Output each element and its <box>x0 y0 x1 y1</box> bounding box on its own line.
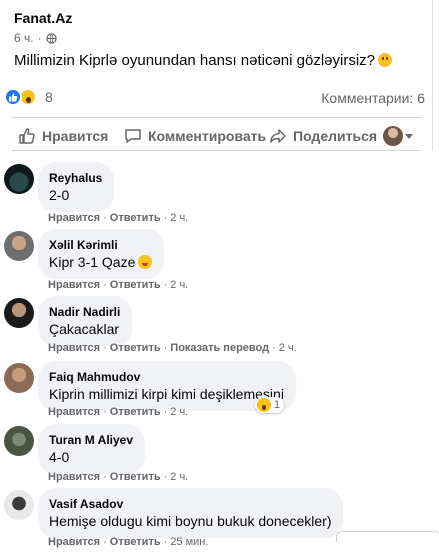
comment-text: Çakacaklar <box>49 321 120 337</box>
reaction-icons[interactable]: 8 <box>4 88 53 106</box>
comment-text: Hemişe oldugu kimi boynu bukuk donecekle… <box>49 513 332 529</box>
comment-like-link[interactable]: Нравится <box>48 212 100 224</box>
comment-like-link[interactable]: Нравится <box>48 471 100 483</box>
comment-reply-link[interactable]: Ответить <box>110 342 161 354</box>
comment-like-link[interactable]: Нравится <box>48 536 100 548</box>
comment-reply-link[interactable]: Ответить <box>110 406 161 418</box>
avatar[interactable] <box>4 363 34 393</box>
share-arrow-icon <box>270 129 286 143</box>
comment-actions: Нравится · Ответить · 2 ч. <box>48 212 189 224</box>
avatar[interactable] <box>4 298 34 328</box>
thumbs-up-icon <box>19 128 35 144</box>
comment-actions: Нравится · Ответить · 2 ч. <box>48 279 189 291</box>
comment-item: Reyhalus 2-0 Нравится · Ответить · 2 ч. <box>0 162 439 226</box>
post-card: Fanat.Az 6 ч. · Millimizin Kiprlə oyunun… <box>0 0 433 152</box>
grinning-tongue-face-icon <box>138 255 153 269</box>
comment-reply-link[interactable]: Ответить <box>110 279 161 291</box>
comment-like-link[interactable]: Нравится <box>48 279 100 291</box>
share-button[interactable]: Поделиться <box>269 127 377 145</box>
post-time[interactable]: 6 ч. <box>14 31 34 45</box>
page-name[interactable]: Fanat.Az <box>14 10 72 26</box>
comment-text: 2-0 <box>49 187 70 203</box>
comment-bubble: Xəlil Kərimli Kipr 3-1 Qaze <box>38 229 165 279</box>
avatar <box>383 126 403 146</box>
comment-author[interactable]: Turan M Aliyev <box>49 432 133 448</box>
avatar[interactable] <box>4 231 34 261</box>
comment-count[interactable]: Комментарии: 6 <box>321 90 425 106</box>
divider <box>12 117 421 118</box>
comment-as-selector[interactable] <box>383 126 413 146</box>
comment-author[interactable]: Faiq Mahmudov <box>49 369 284 385</box>
show-translation-link[interactable]: Показать перевод <box>170 342 269 354</box>
comment-like-link[interactable]: Нравится <box>48 406 100 418</box>
reaction-count[interactable]: 8 <box>45 89 53 105</box>
comment-text: 4-0 <box>49 449 70 465</box>
post-meta: 6 ч. · <box>14 31 57 45</box>
reactions-summary: 8 Комментарии: 6 <box>0 88 433 110</box>
comment-actions: Нравится · Ответить · 25 мин. <box>48 536 209 548</box>
comment-bubble: Vasif Asadov Hemişe oldugu kimi boynu bu… <box>38 488 344 538</box>
comment-actions: Нравится · Ответить · 2 ч. <box>48 471 189 483</box>
divider <box>12 150 421 151</box>
action-bar: Нравится Комментировать Поделиться <box>0 122 433 152</box>
comment-time[interactable]: 2 ч. <box>170 406 188 418</box>
like-button[interactable]: Нравится <box>18 127 108 145</box>
comment-time[interactable]: 2 ч. <box>170 279 188 291</box>
comment-input-edge[interactable] <box>336 531 439 542</box>
comment-item: Faiq Mahmudov Kiprin millimizi kirpi kim… <box>0 361 439 425</box>
comment-label: Комментировать <box>148 128 267 144</box>
comment-author[interactable]: Reyhalus <box>49 170 102 186</box>
comment-author[interactable]: Vasif Asadov <box>49 496 331 512</box>
like-reaction-icon <box>4 88 22 106</box>
comment-bubble: Reyhalus 2-0 <box>38 162 115 212</box>
comment-reply-link[interactable]: Ответить <box>110 536 161 548</box>
comment-time[interactable]: 2 ч. <box>170 212 188 224</box>
post-text: Millimizin Kiprlə oyunundan hansı nəticə… <box>14 52 393 69</box>
comment-text-content: Kipr 3-1 Qaze <box>49 254 136 270</box>
wow-reaction-icon <box>257 398 271 412</box>
like-label: Нравится <box>42 128 109 144</box>
comment-time[interactable]: 25 мин. <box>170 536 208 548</box>
comment-like-link[interactable]: Нравится <box>48 342 100 354</box>
comment-time[interactable]: 2 ч. <box>279 342 297 354</box>
comment-reaction-count: 1 <box>274 399 281 411</box>
comment-reaction[interactable]: 1 <box>255 397 285 413</box>
comment-bubble: Turan M Aliyev 4-0 <box>38 424 146 474</box>
slightly-smiling-face-icon <box>378 53 393 67</box>
comment-item: Vasif Asadov Hemişe oldugu kimi boynu bu… <box>0 488 439 552</box>
comment-text: Kiprin millimizi kirpi kimi deşiklemesin… <box>49 386 284 402</box>
comment-reply-link[interactable]: Ответить <box>110 471 161 483</box>
comment-actions: Нравится · Ответить · Показать перевод · 2 ч. <box>48 342 297 354</box>
comment-item: Turan M Aliyev 4-0 Нравится · Ответить · 2 ч… <box>0 424 439 488</box>
comment-bubble: Nadir Nadirli Çakacaklar <box>38 296 133 346</box>
avatar[interactable] <box>4 426 34 456</box>
globe-icon <box>45 32 57 44</box>
speech-bubble-icon <box>125 129 141 143</box>
comment-reply-link[interactable]: Ответить <box>110 212 161 224</box>
comment-item: Nadir Nadirli Çakacaklar Нравится · Ответи… <box>0 296 439 360</box>
avatar[interactable] <box>4 164 34 194</box>
post-text-content: Millimizin Kiprlə oyunundan hansı nəticə… <box>14 52 376 69</box>
avatar[interactable] <box>4 490 34 520</box>
comment-text: Kipr 3-1 Qaze <box>49 253 153 271</box>
chevron-down-icon <box>405 133 413 139</box>
comment-time[interactable]: 2 ч. <box>170 471 188 483</box>
comment-author[interactable]: Nadir Nadirli <box>49 304 120 320</box>
comment-actions: Нравится · Ответить · 2 ч. <box>48 406 189 418</box>
comment-button[interactable]: Комментировать <box>124 127 266 145</box>
comment-author[interactable]: Xəlil Kərimli <box>49 237 152 253</box>
comment-item: Xəlil Kərimli Kipr 3-1 Qaze Нравится · Отв… <box>0 229 439 293</box>
share-label: Поделиться <box>293 128 378 144</box>
